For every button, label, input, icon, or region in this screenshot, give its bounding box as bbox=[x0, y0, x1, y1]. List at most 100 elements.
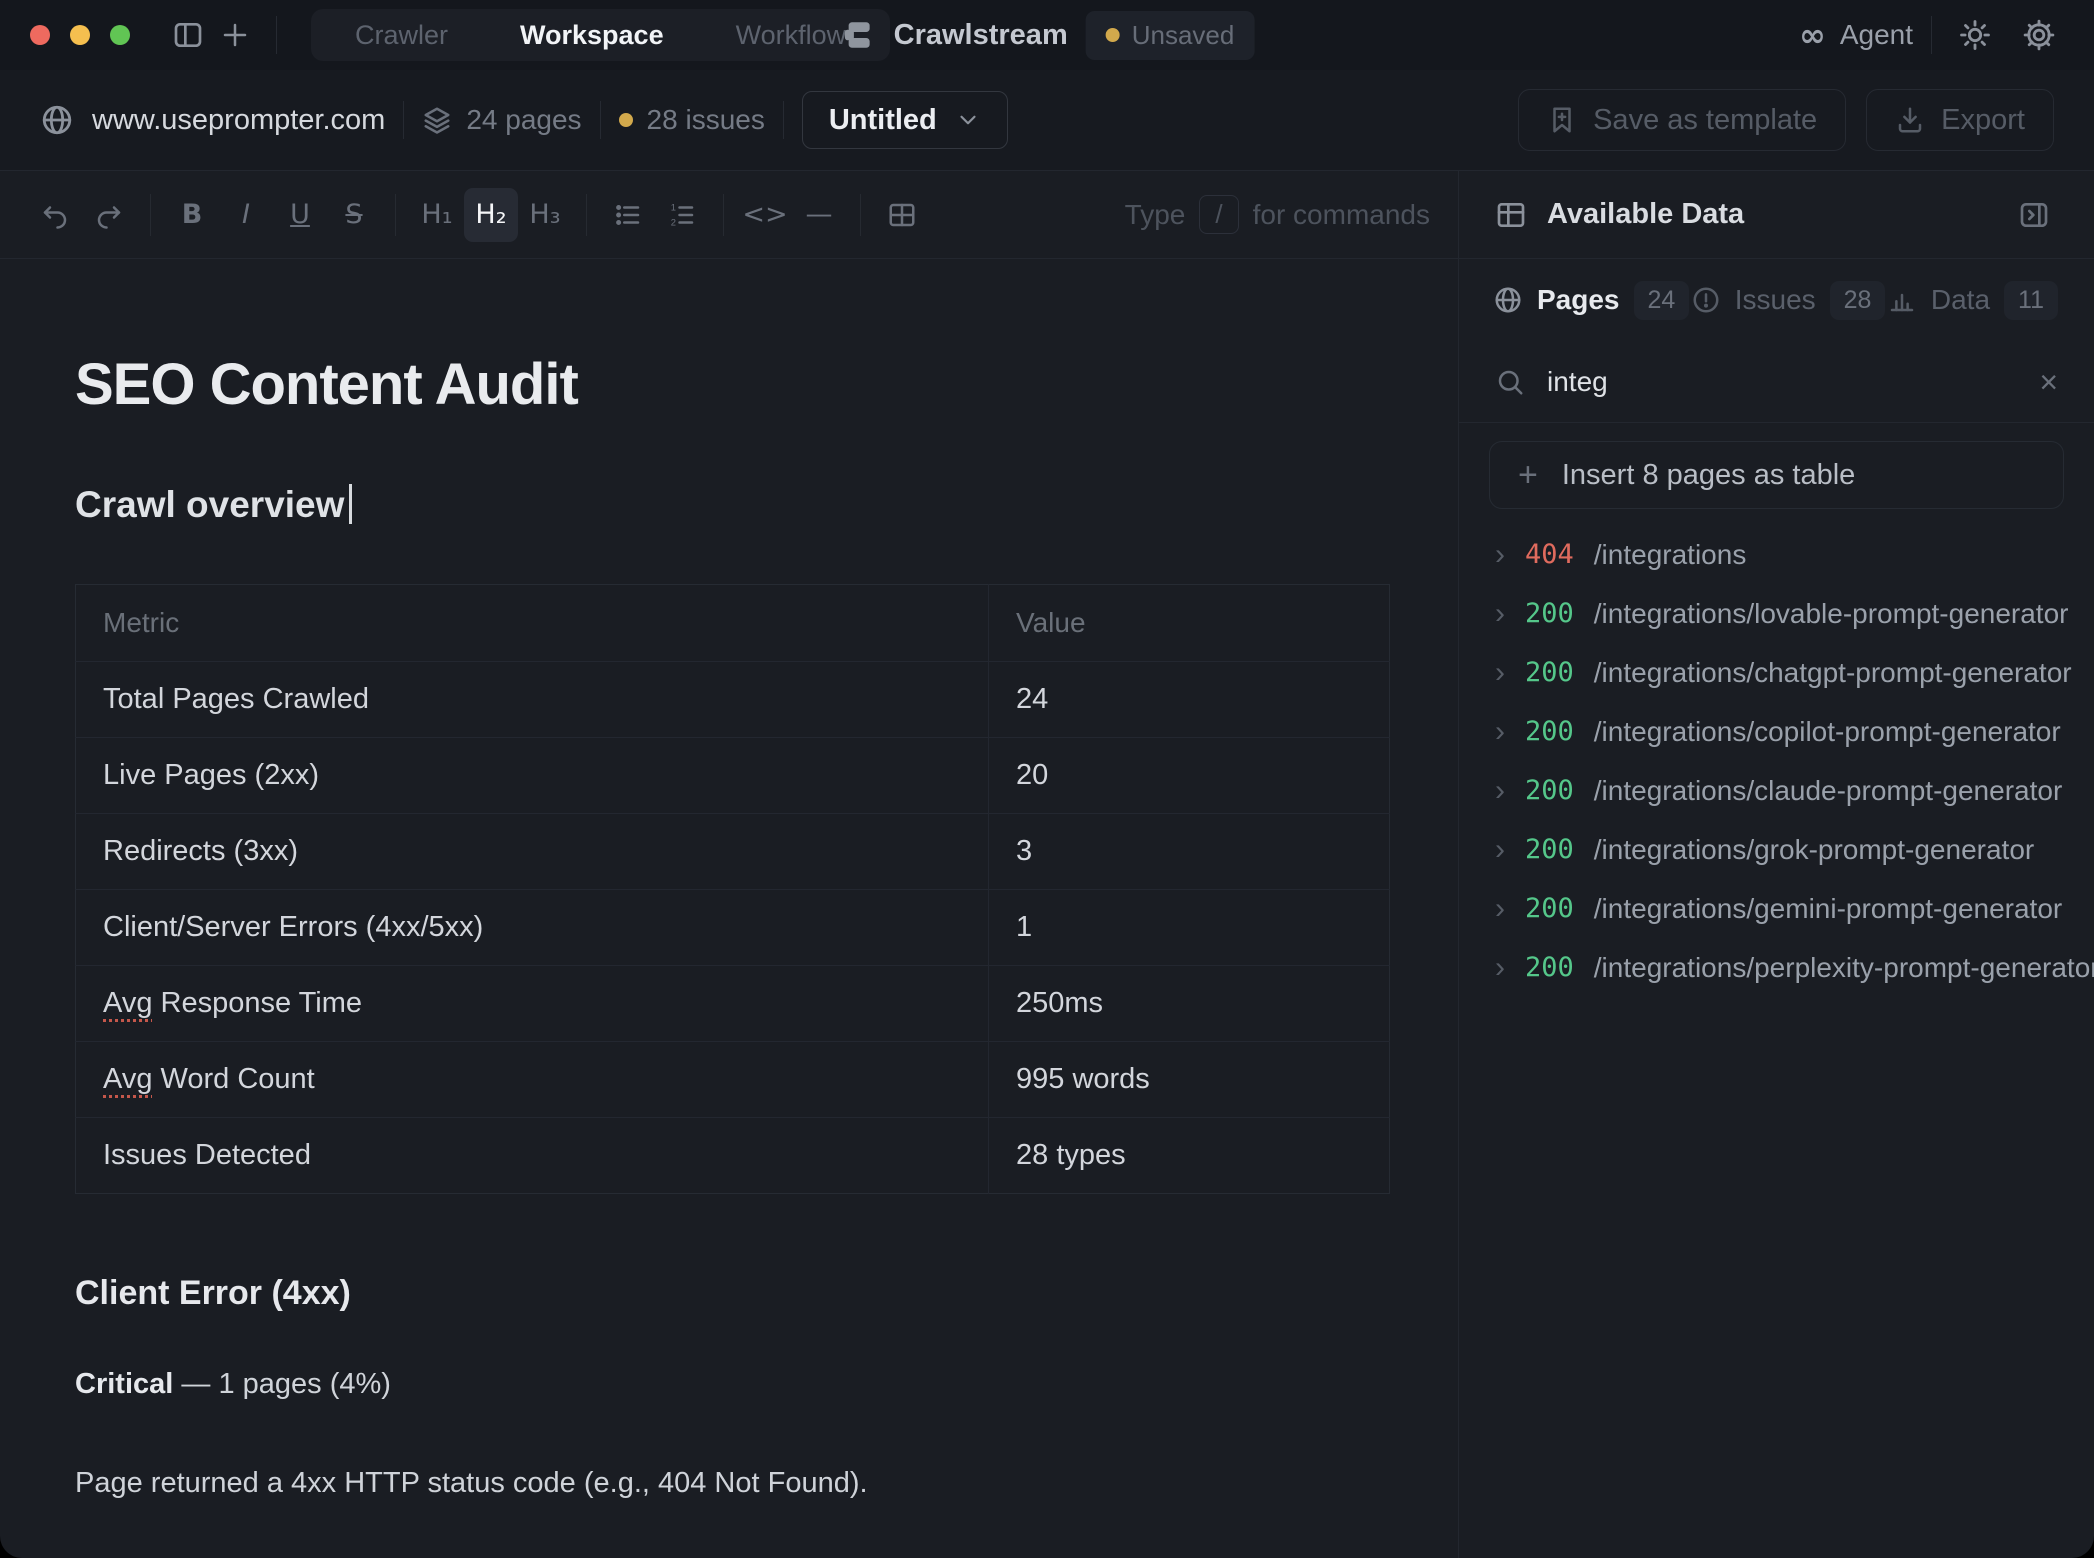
value-cell[interactable]: 24 bbox=[989, 662, 1390, 738]
agent-button[interactable]: ∞ Agent bbox=[1799, 19, 1913, 51]
pages-count: 24 pages bbox=[422, 104, 581, 136]
misspelled-word: Avg bbox=[103, 1063, 152, 1095]
document-heading[interactable]: SEO Content Audit bbox=[75, 351, 1390, 418]
app-title-group: Crawlstream Unsaved bbox=[840, 11, 1255, 60]
metric-cell[interactable]: Redirects (3xx) bbox=[76, 814, 989, 890]
layers-icon bbox=[422, 105, 452, 135]
chevron-right-icon[interactable]: › bbox=[1495, 599, 1505, 629]
page-list-item[interactable]: › 200 /integrations/gemini-prompt-genera… bbox=[1459, 879, 2094, 938]
sidebar-toggle-button[interactable] bbox=[164, 11, 212, 59]
bullet-list-button[interactable] bbox=[601, 188, 655, 242]
svg-text:1: 1 bbox=[671, 202, 676, 212]
value-cell[interactable]: 28 types bbox=[989, 1118, 1390, 1194]
metric-cell[interactable]: Avg Word Count bbox=[76, 1042, 989, 1118]
metric-cell[interactable]: Total Pages Crawled bbox=[76, 662, 989, 738]
undo-icon bbox=[40, 200, 70, 230]
panel-search: × bbox=[1459, 341, 2094, 423]
chevron-right-icon[interactable]: › bbox=[1495, 658, 1505, 688]
metric-cell[interactable]: Avg Response Time bbox=[76, 966, 989, 1042]
issue-description[interactable]: Page returned a 4xx HTTP status code (e.… bbox=[75, 1456, 1390, 1511]
metric-text: Client/Server Errors (4xx/5xx) bbox=[103, 911, 483, 943]
plus-icon: + bbox=[1518, 458, 1538, 492]
chevron-right-icon[interactable]: › bbox=[1495, 953, 1505, 983]
page-list-item[interactable]: › 200 /integrations/chatgpt-prompt-gener… bbox=[1459, 643, 2094, 702]
table-row: Total Pages Crawled 24 bbox=[76, 662, 1390, 738]
save-status-label: Unsaved bbox=[1132, 20, 1235, 51]
settings-button[interactable] bbox=[2014, 10, 2064, 60]
value-cell[interactable]: 995 words bbox=[989, 1042, 1390, 1118]
page-list-item[interactable]: › 200 /integrations/perplexity-prompt-ge… bbox=[1459, 938, 2094, 997]
actionbar-right: Save as template Export bbox=[1518, 89, 2054, 151]
heading3-button[interactable]: H₃ bbox=[518, 188, 572, 242]
chevron-right-icon[interactable]: › bbox=[1495, 540, 1505, 570]
value-cell[interactable]: 3 bbox=[989, 814, 1390, 890]
page-path: /integrations/lovable-prompt-generator bbox=[1594, 598, 2069, 630]
page-path: /integrations/grok-prompt-generator bbox=[1594, 834, 2034, 866]
hint-suffix: for commands bbox=[1253, 199, 1430, 231]
tab-issues[interactable]: Issues 28 bbox=[1691, 281, 1886, 320]
bullet-list-icon bbox=[613, 200, 643, 230]
chevron-right-icon[interactable]: › bbox=[1495, 835, 1505, 865]
severity-line[interactable]: Critical — 1 pages (4%) bbox=[75, 1357, 1390, 1412]
heading1-button[interactable]: H₁ bbox=[410, 188, 464, 242]
metric-cell[interactable]: Client/Server Errors (4xx/5xx) bbox=[76, 890, 989, 966]
clear-search-button[interactable]: × bbox=[2039, 366, 2058, 398]
tab-crawler[interactable]: Crawler bbox=[319, 13, 484, 57]
site-url[interactable]: www.useprompter.com bbox=[92, 104, 385, 137]
tab-data[interactable]: Data 11 bbox=[1887, 281, 2058, 320]
chevron-right-icon[interactable]: › bbox=[1495, 894, 1505, 924]
redo-button[interactable] bbox=[82, 188, 136, 242]
chevron-right-icon[interactable]: › bbox=[1495, 776, 1505, 806]
tab-pages[interactable]: Pages 24 bbox=[1493, 281, 1689, 320]
page-list-item[interactable]: › 200 /integrations/lovable-prompt-gener… bbox=[1459, 584, 2094, 643]
value-cell[interactable]: 1 bbox=[989, 890, 1390, 966]
metric-cell[interactable]: Issues Detected bbox=[76, 1118, 989, 1194]
subsection-heading[interactable]: Client Error (4xx) bbox=[75, 1274, 1390, 1313]
theme-toggle-button[interactable] bbox=[1950, 10, 2000, 60]
value-cell[interactable]: 20 bbox=[989, 738, 1390, 814]
collapse-panel-button[interactable] bbox=[2010, 191, 2058, 239]
table-row: Issues Detected 28 types bbox=[76, 1118, 1390, 1194]
page-list-item[interactable]: › 200 /integrations/grok-prompt-generato… bbox=[1459, 820, 2094, 879]
actionbar-divider bbox=[403, 101, 404, 139]
heading2-button[interactable]: H₂ bbox=[464, 188, 518, 242]
underline-button[interactable]: U bbox=[273, 188, 327, 242]
search-input[interactable] bbox=[1547, 366, 2017, 398]
horizontal-rule-button[interactable]: — bbox=[792, 188, 846, 242]
insert-pages-label: Insert 8 pages as table bbox=[1562, 459, 1855, 492]
text-cursor bbox=[349, 484, 352, 524]
agent-label: Agent bbox=[1840, 19, 1913, 51]
numbered-list-button[interactable]: 12 bbox=[655, 188, 709, 242]
infinity-icon: ∞ bbox=[1799, 19, 1826, 51]
chevron-right-icon[interactable]: › bbox=[1495, 717, 1505, 747]
document-editor[interactable]: SEO Content Audit Crawl overview Metric … bbox=[0, 259, 1458, 1558]
bookmark-plus-icon bbox=[1547, 105, 1577, 135]
save-as-template-button[interactable]: Save as template bbox=[1518, 89, 1846, 151]
undo-button[interactable] bbox=[28, 188, 82, 242]
strikethrough-button[interactable]: S bbox=[327, 188, 381, 242]
minimize-window-button[interactable] bbox=[70, 25, 90, 45]
issues-count-label: 28 issues bbox=[647, 104, 765, 136]
insert-pages-as-table-button[interactable]: + Insert 8 pages as table bbox=[1489, 441, 2064, 509]
new-tab-button[interactable] bbox=[212, 12, 258, 58]
italic-button[interactable]: I bbox=[219, 188, 273, 242]
code-block-button[interactable]: <> bbox=[738, 188, 792, 242]
page-list-item[interactable]: › 404 /integrations bbox=[1459, 525, 2094, 584]
tab-workspace[interactable]: Workspace bbox=[484, 13, 700, 57]
insert-table-button[interactable] bbox=[875, 188, 929, 242]
bold-button[interactable]: B bbox=[165, 188, 219, 242]
page-list-item[interactable]: › 200 /integrations/copilot-prompt-gener… bbox=[1459, 702, 2094, 761]
export-label: Export bbox=[1941, 104, 2025, 137]
document-title-dropdown[interactable]: Untitled bbox=[802, 91, 1008, 149]
close-window-button[interactable] bbox=[30, 25, 50, 45]
tab-data-label: Data bbox=[1931, 284, 1990, 316]
value-cell[interactable]: 250ms bbox=[989, 966, 1390, 1042]
section-heading[interactable]: Crawl overview bbox=[75, 484, 1390, 526]
maximize-window-button[interactable] bbox=[110, 25, 130, 45]
export-button[interactable]: Export bbox=[1866, 89, 2054, 151]
status-code: 200 bbox=[1525, 598, 1574, 629]
titlebar-divider bbox=[276, 16, 277, 54]
metric-cell[interactable]: Live Pages (2xx) bbox=[76, 738, 989, 814]
panel-tabs: Pages 24 Issues 28 Data 11 bbox=[1459, 259, 2094, 341]
page-list-item[interactable]: › 200 /integrations/claude-prompt-genera… bbox=[1459, 761, 2094, 820]
